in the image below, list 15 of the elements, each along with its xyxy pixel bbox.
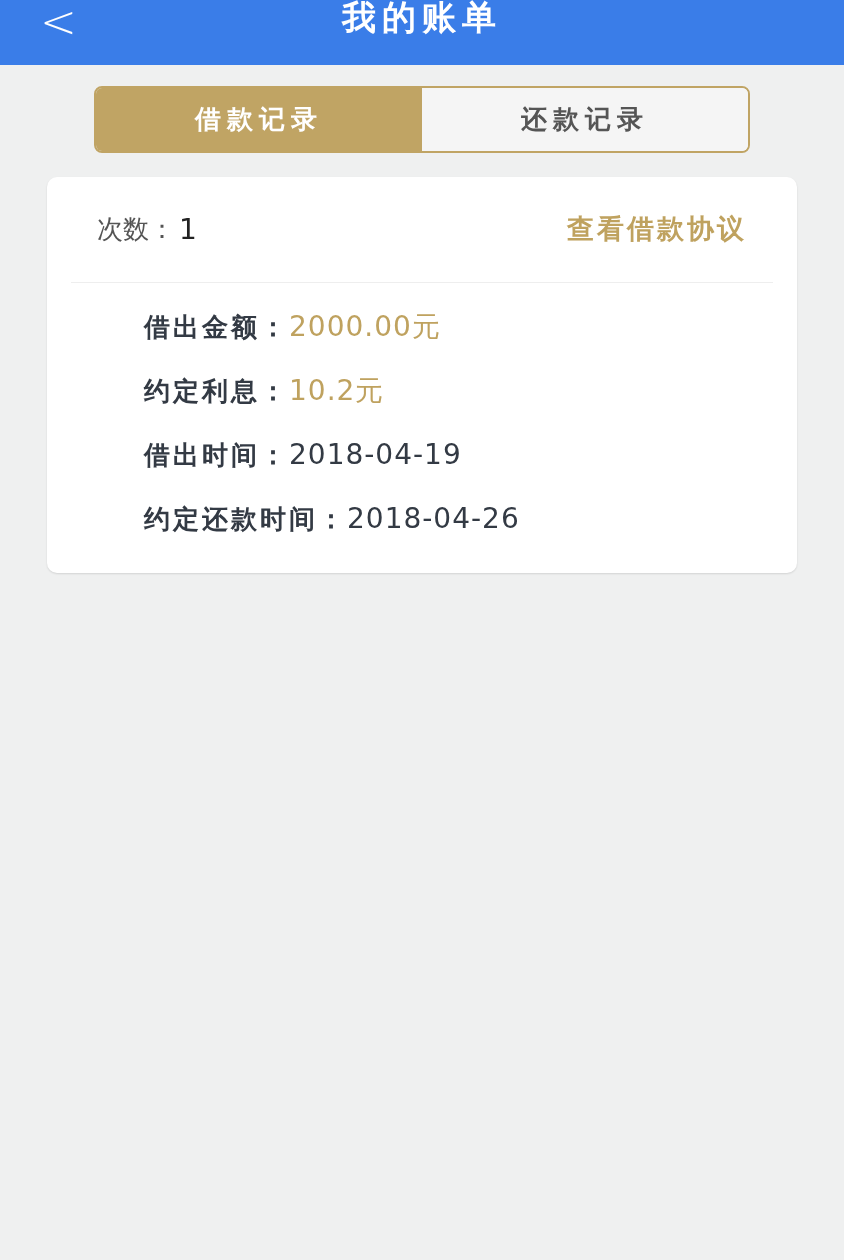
tab[interactable]: 还款记录 bbox=[422, 88, 748, 151]
count-value: 1 bbox=[179, 211, 197, 248]
field-label: 借出时间： bbox=[144, 438, 289, 472]
field-value: 2018-04-19 bbox=[289, 437, 462, 473]
field-value: 10.2元 bbox=[289, 373, 385, 409]
page-title: 我的账单 bbox=[342, 0, 502, 39]
field-label: 约定利息： bbox=[144, 374, 289, 408]
field-label: 约定还款时间： bbox=[144, 502, 347, 536]
tab[interactable]: 借款记录 bbox=[96, 88, 422, 151]
field-label: 借出金额： bbox=[144, 310, 289, 344]
agreement-link[interactable]: 查看借款协议 bbox=[567, 209, 747, 250]
back-button[interactable]: < bbox=[40, 0, 77, 44]
count-label: 次数： bbox=[97, 213, 175, 246]
field-value: 2000.00元 bbox=[289, 309, 441, 345]
field-value: 2018-04-26 bbox=[347, 501, 520, 537]
